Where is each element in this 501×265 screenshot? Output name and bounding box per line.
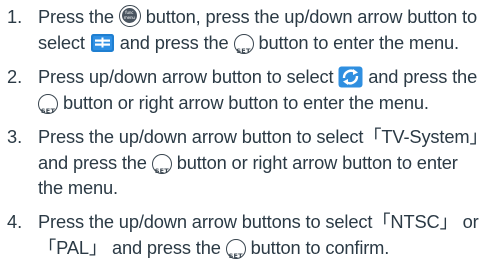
step-text-part: and press the — [368, 66, 478, 87]
set-button-icon: SET — [225, 238, 246, 260]
set-label: SET — [40, 106, 56, 115]
step-text-part: Press the — [38, 6, 114, 27]
step-text-part: button to enter the menu. — [258, 31, 459, 53]
step-4: 4. Press the up/down arrow buttons to se… — [0, 209, 495, 260]
step-text-part: button or right arrow button to enter — [176, 151, 458, 173]
set-button-icon: SET — [151, 153, 172, 175]
playback-menu-icon — [90, 33, 114, 52]
step-text-part: button or right arrow button to enter th… — [62, 91, 429, 113]
instruction-steps: 1. Press the func menu button, press the … — [0, 0, 501, 260]
step-1: 1. Press the func menu button, press the … — [0, 4, 495, 55]
step-text-part: Press the up/down arrow buttons to selec… — [38, 211, 479, 232]
step-text: Press the up/down arrow buttons to selec… — [38, 209, 495, 260]
step-text-part: select — [38, 31, 85, 53]
step-2: 2. Press up/down arrow button to select … — [0, 64, 495, 115]
set-button-icon: SET — [233, 33, 254, 55]
step-number: 4. — [7, 211, 22, 232]
step-text-part: and press the — [119, 31, 229, 53]
step-text-part: Press the up/down arrow button to select… — [38, 126, 488, 147]
set-label: SET — [236, 46, 251, 55]
step-3: 3. Press the up/down arrow button to sel… — [0, 124, 495, 201]
step-number: 1. — [7, 6, 22, 27]
set-label: SET — [228, 251, 243, 260]
step-number: 3. — [7, 126, 22, 147]
step-text-part: the menu. — [38, 177, 118, 198]
step-text-part: button, press the up/down arrow button t… — [145, 6, 477, 27]
func-menu-button-icon: func menu — [118, 5, 141, 27]
step-text-part: Press up/down arrow button to select — [38, 66, 334, 87]
func-menu-label: func menu — [121, 8, 137, 23]
step-text-part: button to confirm. — [250, 236, 390, 258]
step-text-part: 「PAL」 and press the — [38, 236, 221, 258]
setup-menu-icon — [338, 66, 363, 88]
set-label: SET — [154, 166, 169, 175]
step-text: Press the func menu button, press the up/… — [38, 4, 495, 55]
set-button-icon: SET — [38, 93, 58, 115]
step-text: Press up/down arrow button to select and… — [38, 64, 495, 115]
step-number: 2. — [7, 66, 22, 87]
step-text-part: and press the — [38, 151, 147, 173]
step-text: Press the up/down arrow button to select… — [38, 124, 495, 201]
